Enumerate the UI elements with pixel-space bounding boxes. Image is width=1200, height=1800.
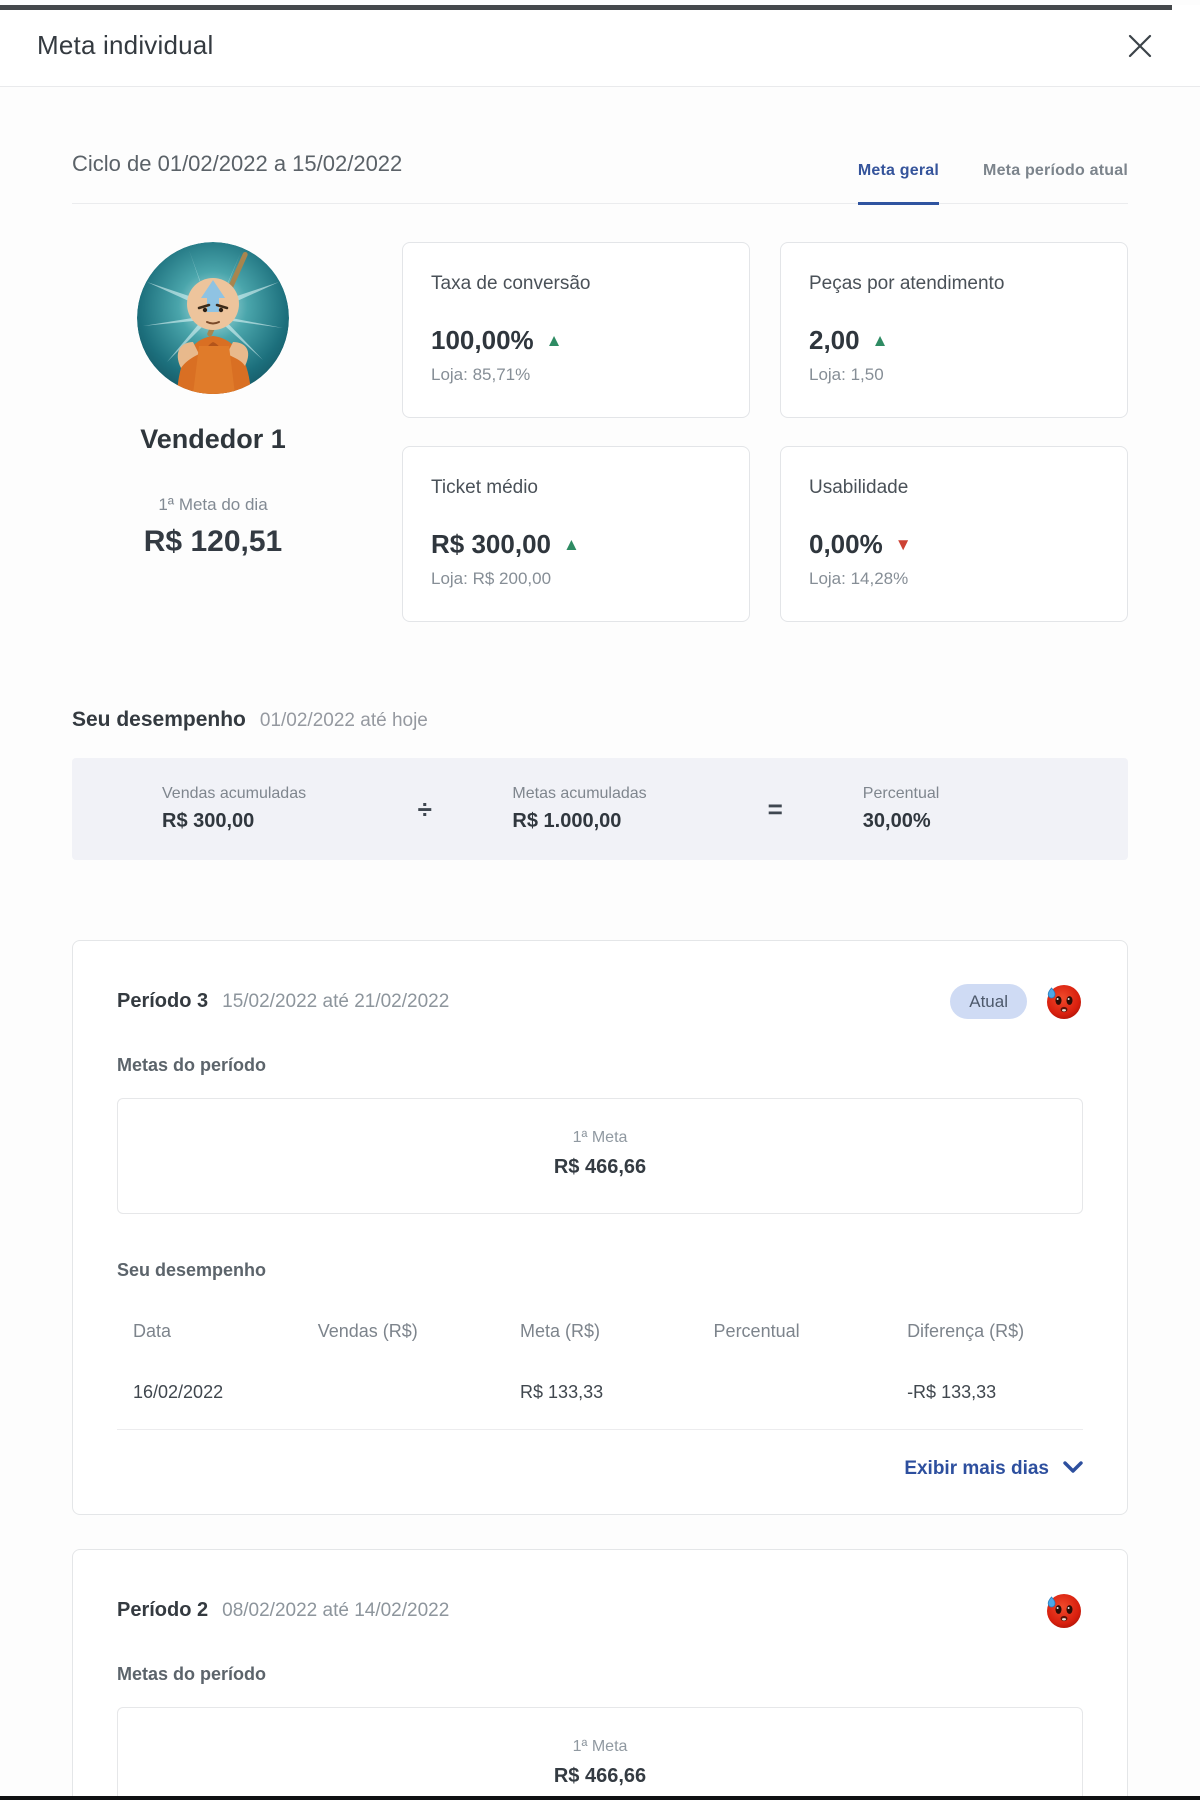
table-header-row: Data Vendas (R$) Meta (R$) Percentual Di… — [117, 1307, 1083, 1352]
performance-title: Seu desempenho — [72, 708, 246, 731]
show-more-days-button[interactable]: Exibir mais dias — [904, 1458, 1083, 1480]
accumulated-sales-value: R$ 300,00 — [162, 810, 255, 832]
accumulated-goals-value: R$ 1.000,00 — [512, 810, 622, 832]
hot-face-sweat-emoji-icon — [1043, 981, 1083, 1021]
equals-icon: = — [767, 793, 783, 824]
metric-store-value: Loja: 1,50 — [809, 365, 884, 384]
tabs: Meta geral Meta período atual — [857, 162, 1128, 205]
metric-value: 0,00% — [809, 529, 883, 559]
metric-title: Taxa de conversão — [431, 273, 591, 294]
accumulated-sales-label: Vendas acumuladas — [162, 785, 307, 802]
metric-value: 100,00% — [431, 325, 534, 355]
metric-title: Ticket médio — [431, 477, 538, 498]
modal-body: Ciclo de 01/02/2022 a 15/02/2022 Meta ge… — [0, 151, 1200, 1800]
period-goals-title: Metas do período — [117, 1664, 267, 1684]
cycle-label: Ciclo de 01/02/2022 a 15/02/2022 — [72, 151, 403, 176]
chevron-down-icon — [1063, 1458, 1083, 1480]
period-meta-box: 1ª Meta R$ 466,66 — [117, 1707, 1083, 1800]
period-range: 15/02/2022 até 21/02/2022 — [222, 990, 450, 1012]
accumulated-sales: Vendas acumuladas R$ 300,00 — [162, 785, 337, 833]
metric-title: Usabilidade — [809, 477, 909, 498]
screen-top-strip — [0, 5, 1172, 10]
accumulated-goals: Metas acumuladas R$ 1.000,00 — [512, 785, 687, 833]
period-title: Período 2 — [117, 1598, 209, 1621]
meta-value: R$ 466,66 — [553, 1156, 647, 1178]
seller-goal-label: 1ª Meta do dia — [158, 495, 268, 514]
metric-store-value: Loja: 85,71% — [431, 365, 531, 384]
percentual-label: Percentual — [862, 785, 940, 802]
percentual-value: 30,00% — [862, 810, 931, 832]
period-goals-title: Metas do período — [117, 1055, 267, 1075]
trend-up-icon: ▲ — [562, 535, 580, 554]
metric-value: 2,00 — [809, 325, 860, 355]
period-title: Período 3 — [117, 989, 209, 1012]
accumulated-goals-label: Metas acumuladas — [512, 785, 647, 802]
col-vendas: Vendas (R$) — [317, 1321, 418, 1341]
seller-name: Vendedor 1 — [140, 424, 286, 454]
metric-card-items-per-service: Peças por atendimento 2,00 ▲ Loja: 1,50 — [780, 242, 1128, 418]
period-range: 08/02/2022 até 14/02/2022 — [222, 1599, 450, 1621]
percentual-result: Percentual 30,00% — [863, 785, 1038, 833]
seller-goal-value: R$ 120,51 — [143, 525, 283, 558]
metric-title: Peças por atendimento — [809, 273, 1005, 294]
col-data: Data — [133, 1321, 172, 1341]
close-icon — [1127, 33, 1153, 59]
performance-table: Data Vendas (R$) Meta (R$) Percentual Di… — [117, 1307, 1083, 1430]
trend-down-icon: ▼ — [894, 535, 912, 554]
cycle-tab-row: Ciclo de 01/02/2022 a 15/02/2022 Meta ge… — [72, 151, 1128, 205]
performance-section: Seu desempenho 01/02/2022 até hoje Venda… — [72, 708, 1128, 860]
period-card-2: Período 2 08/02/2022 até 14/02/2022 Meta… — [72, 1549, 1128, 1800]
metric-card-avg-ticket: Ticket médio R$ 300,00 ▲ Loja: R$ 200,00 — [402, 446, 750, 622]
screen-bottom-strip — [0, 1796, 1200, 1800]
trend-up-icon: ▲ — [871, 331, 889, 350]
meta-label: 1ª Meta — [572, 1129, 628, 1146]
performance-subtitle: 01/02/2022 até hoje — [259, 710, 428, 731]
hot-face-sweat-emoji-icon — [1043, 1590, 1083, 1630]
metric-store-value: Loja: 14,28% — [809, 569, 909, 588]
seller-panel: Vendedor 1 1ª Meta do dia R$ 120,51 — [72, 242, 354, 622]
table-row: 16/02/2022 R$ 133,33 -R$ 133,33 — [117, 1352, 1083, 1430]
performance-formula-band: Vendas acumuladas R$ 300,00 ÷ Metas acum… — [72, 758, 1128, 860]
divide-icon: ÷ — [417, 793, 432, 824]
seller-avatar — [137, 242, 289, 394]
page-title: Meta individual — [37, 30, 214, 60]
tab-meta-periodo-atual[interactable]: Meta período atual — [983, 162, 1128, 205]
col-meta: Meta (R$) — [520, 1321, 601, 1341]
trend-up-icon: ▲ — [545, 331, 563, 350]
col-diferenca: Diferença (R$) — [907, 1321, 1025, 1341]
cell-data: 16/02/2022 — [133, 1382, 224, 1402]
metric-cards-grid: Taxa de conversão 100,00% ▲ Loja: 85,71%… — [402, 242, 1128, 622]
cell-percentual — [714, 1382, 908, 1403]
close-button[interactable] — [1120, 26, 1160, 66]
period-performance-title: Seu desempenho — [117, 1260, 267, 1280]
cell-meta: R$ 133,33 — [520, 1382, 604, 1402]
metric-store-value: Loja: R$ 200,00 — [431, 569, 552, 588]
meta-value: R$ 466,66 — [553, 1765, 647, 1787]
period-meta-box: 1ª Meta R$ 466,66 — [117, 1098, 1083, 1214]
period-card-3: Período 3 15/02/2022 até 21/02/2022 Atua… — [72, 940, 1128, 1515]
cell-diferenca: -R$ 133,33 — [907, 1382, 997, 1402]
metric-card-usability: Usabilidade 0,00% ▼ Loja: 14,28% — [780, 446, 1128, 622]
metric-value: R$ 300,00 — [431, 529, 551, 559]
tab-meta-geral[interactable]: Meta geral — [857, 162, 940, 205]
cell-vendas — [318, 1382, 520, 1403]
show-more-days-label: Exibir mais dias — [904, 1458, 1049, 1479]
metric-card-conversion: Taxa de conversão 100,00% ▲ Loja: 85,71% — [402, 242, 750, 418]
meta-label: 1ª Meta — [572, 1738, 628, 1755]
col-percentual: Percentual — [713, 1321, 800, 1341]
status-badge-atual: Atual — [950, 983, 1027, 1019]
modal-header: Meta individual — [0, 5, 1200, 87]
overview-section: Vendedor 1 1ª Meta do dia R$ 120,51 Taxa… — [72, 242, 1128, 622]
